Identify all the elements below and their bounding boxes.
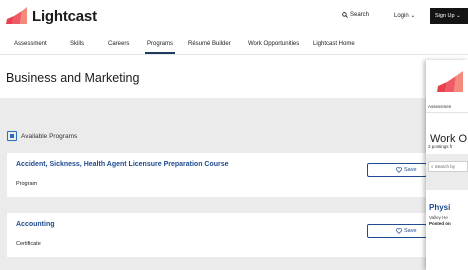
lightcast-logo-icon bbox=[6, 7, 27, 24]
job-card: Physi Valley He Posted on bbox=[426, 190, 468, 270]
search-label: Search bbox=[350, 12, 370, 18]
heart-icon bbox=[396, 167, 402, 173]
lightcast-logo[interactable]: Lightcast bbox=[6, 7, 97, 25]
search-link[interactable]: Search bbox=[342, 12, 369, 18]
site-header: Lightcast Search Login ⌄ Sign Up ⌄ bbox=[0, 0, 468, 36]
signup-button[interactable]: Sign Up ⌄ bbox=[430, 8, 468, 24]
available-programs-header: Available Programs bbox=[7, 131, 77, 141]
page: Lightcast Search Login ⌄ Sign Up ⌄ Asses… bbox=[0, 0, 468, 270]
heart-icon bbox=[396, 228, 402, 234]
mobile-nav-item-assessment[interactable]: Assessmen bbox=[426, 101, 468, 113]
program-type: Certificate bbox=[16, 241, 41, 247]
programs-content: Available Programs Accident, Sickness, H… bbox=[0, 98, 468, 270]
signup-label: Sign Up bbox=[435, 13, 455, 19]
mobile-search-input[interactable]: ⌕ Search by bbox=[428, 161, 468, 172]
mobile-search-placeholder: Search by bbox=[434, 164, 456, 169]
main-nav: Assessment Skills Careers Programs Résum… bbox=[0, 37, 468, 55]
nav-item-resume-builder[interactable]: Résumé Builder bbox=[188, 41, 231, 47]
chevron-down-icon: ⌄ bbox=[410, 13, 416, 19]
chevron-down-icon: ⌄ bbox=[454, 13, 461, 19]
available-programs-label: Available Programs bbox=[21, 132, 78, 140]
save-button[interactable]: Save bbox=[367, 224, 427, 238]
nav-item-skills[interactable]: Skills bbox=[70, 41, 84, 47]
search-icon bbox=[342, 12, 348, 18]
brand-name: Lightcast bbox=[32, 7, 97, 25]
programs-icon bbox=[7, 131, 17, 141]
save-button[interactable]: Save bbox=[367, 163, 427, 177]
save-label: Save bbox=[404, 228, 417, 234]
nav-item-work-opportunities[interactable]: Work Opportunities bbox=[248, 41, 299, 47]
login-label: Login bbox=[394, 13, 409, 19]
postings-count: 2 postings fr bbox=[428, 144, 453, 149]
page-title: Business and Marketing bbox=[6, 71, 140, 85]
program-card: Accident, Sickness, Health Agent Licensu… bbox=[7, 153, 427, 197]
nav-item-careers[interactable]: Careers bbox=[108, 41, 129, 47]
title-band: Business and Marketing bbox=[0, 55, 468, 97]
job-title-link[interactable]: Physi bbox=[429, 203, 450, 212]
login-dropdown[interactable]: Login ⌄ bbox=[394, 12, 415, 19]
program-title-link[interactable]: Accounting bbox=[16, 221, 55, 228]
job-employer: Valley He bbox=[429, 215, 448, 220]
program-type: Program bbox=[16, 181, 38, 187]
nav-item-programs[interactable]: Programs bbox=[144, 41, 176, 54]
nav-item-assessment[interactable]: Assessment bbox=[14, 41, 47, 47]
save-label: Save bbox=[404, 167, 417, 173]
mobile-preview: Assessmen Work O 2 postings fr ⌕ Search … bbox=[426, 60, 468, 270]
program-card: Accounting Certificate bbox=[7, 213, 427, 257]
nav-item-lightcast-home[interactable]: Lightcast Home bbox=[313, 41, 355, 47]
job-posted-date: Posted on bbox=[429, 221, 451, 226]
lightcast-logo-icon bbox=[437, 71, 463, 92]
program-title-link[interactable]: Accident, Sickness, Health Agent Licensu… bbox=[16, 161, 229, 168]
